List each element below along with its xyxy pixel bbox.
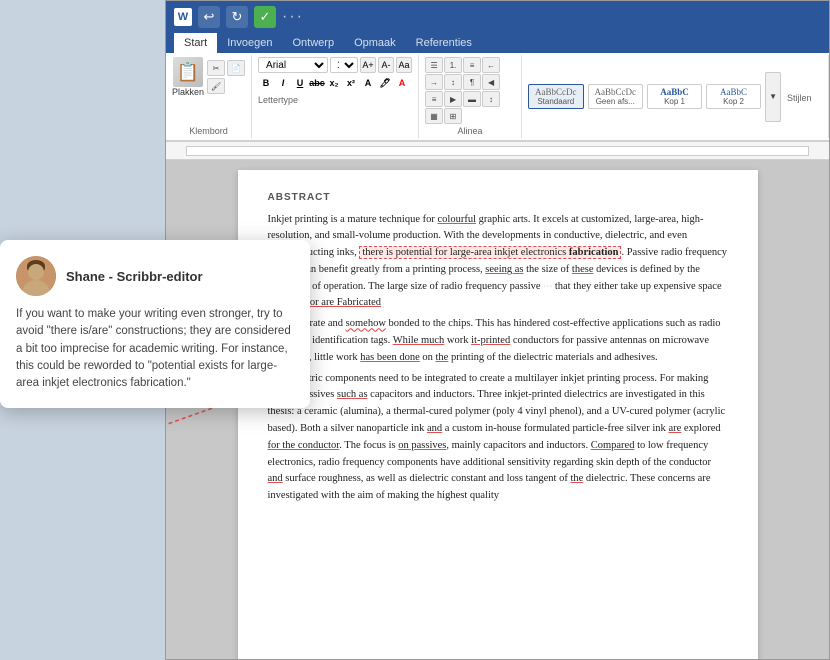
word-icon: W (174, 8, 192, 26)
these-underline: these (572, 264, 594, 275)
sort-button[interactable]: ↕ (444, 74, 462, 90)
font-group: Arial 10 A+ A- Aa B I U abc x₂ x² A (252, 55, 419, 138)
stijlen-label: Stijlen (787, 93, 812, 103)
for-the-underline: for the conductor (268, 440, 340, 451)
compared-underline: Compared (591, 440, 635, 451)
font-color-button[interactable]: A (394, 75, 410, 91)
doc-text: Inkjet printing is a mature technique fo… (268, 212, 728, 506)
seeing-as-underline: seeing as (485, 264, 523, 275)
page: ABSTRACT Inkjet printing is a mature tec… (238, 170, 758, 659)
style-normal[interactable]: AaBbCcDc Standaard (528, 84, 584, 109)
increase-font-button[interactable]: A+ (360, 57, 376, 73)
italic-button[interactable]: I (275, 75, 291, 91)
or-are-underline: or are Fabricated (310, 297, 381, 308)
comment-box: Shane - Scribbr-editor If you want to ma… (0, 240, 310, 408)
tab-referenties[interactable]: Referenties (406, 33, 482, 53)
borders-button[interactable]: ⊞ (444, 108, 462, 124)
strikethrough-button[interactable]: abc (309, 75, 325, 91)
and-underline: and (427, 423, 442, 434)
cut-button[interactable]: ✂ (207, 60, 225, 76)
abstract-title: ABSTRACT (268, 190, 728, 206)
font-options-button[interactable]: Aa (396, 57, 412, 73)
line-spacing-button[interactable]: ↕ (482, 91, 500, 107)
text-effects-button[interactable]: A (360, 75, 376, 91)
align-right-button[interactable]: ▶ (444, 91, 462, 107)
ruler (166, 142, 829, 160)
such-as-underline: such as (337, 389, 368, 400)
has-been-done-underline: has been done (360, 352, 419, 363)
klembord-label: Klembord (189, 126, 228, 136)
numbering-button[interactable]: 1. (444, 57, 462, 73)
font-family-select[interactable]: Arial (258, 57, 328, 73)
paragraph-1: Inkjet printing is a mature technique fo… (268, 212, 728, 313)
the-underline2: the (570, 473, 583, 484)
superscript-button[interactable]: x² (343, 75, 359, 91)
font-size-select[interactable]: 10 (330, 57, 358, 73)
show-marks-button[interactable]: ¶ (463, 74, 481, 90)
ribbon-body: 📋 Plakken ✂ 📄 🖌 Klembord (166, 53, 829, 141)
it-printed-underline: it-printed (471, 335, 510, 346)
plakken-button[interactable]: 📋 Plakken (172, 57, 204, 97)
shading-button[interactable]: ▦ (425, 108, 443, 124)
are-underline: are (668, 423, 681, 434)
paragraph-3: All dielectric components need to be int… (268, 371, 728, 505)
klembord-group: 📋 Plakken ✂ 📄 🖌 Klembord (166, 55, 252, 138)
tab-opmaak[interactable]: Opmaak (344, 33, 406, 53)
alinea-label: Alinea (458, 126, 483, 136)
check-button[interactable]: ✓ (254, 6, 276, 28)
decrease-font-button[interactable]: A- (378, 57, 394, 73)
bullets-button[interactable]: ☰ (425, 57, 443, 73)
somehow-underline: somehow (346, 318, 386, 329)
title-bar: W ↩ ↻ ✓ ··· (166, 1, 829, 33)
clipboard-icons: ✂ 📄 🖌 (207, 60, 245, 94)
underline-button[interactable]: U (292, 75, 308, 91)
styles-panel: AaBbCcDc Standaard AaBbCcDc Geen afs... … (522, 55, 829, 138)
align-center-button[interactable]: ≡ (425, 91, 443, 107)
style-h2[interactable]: AaBbC Kop 2 (706, 84, 761, 109)
paragraph-2: on a substrate and somehow bonded to the… (268, 316, 728, 366)
style-h1[interactable]: AaBbC Kop 1 (647, 84, 702, 109)
and-underline2: and (268, 473, 283, 484)
avatar (16, 256, 56, 296)
bold-button[interactable]: B (258, 75, 274, 91)
multilevel-button[interactable]: ≡ (463, 57, 481, 73)
doc-area: ABSTRACT Inkjet printing is a mature tec… (166, 160, 829, 659)
the-underline: the (435, 352, 448, 363)
justify-button[interactable]: ▬ (463, 91, 481, 107)
while-much-underline: While much (393, 335, 445, 346)
alinea-group: ☰ 1. ≡ ← → ↕ ¶ ◀ ≡ ▶ ▬ ↕ ▦ ⊞ Alinea (419, 55, 522, 138)
paste-icon: 📋 (173, 57, 203, 87)
align-left-button[interactable]: ◀ (482, 74, 500, 90)
redo-button[interactable]: ↻ (226, 6, 248, 28)
ruler-inner (186, 146, 809, 156)
tab-start[interactable]: Start (174, 33, 217, 53)
comment-body: If you want to make your writing even st… (16, 306, 294, 392)
comment-header: Shane - Scribbr-editor (16, 256, 294, 296)
indent-decrease-button[interactable]: ← (482, 57, 500, 73)
colourful-underline: colourful (438, 214, 477, 225)
more-options[interactable]: ··· (282, 8, 304, 26)
ribbon-tabs: Start Invoegen Ontwerp Opmaak Referentie… (166, 33, 829, 53)
highlight-button[interactable]: 🖊 (377, 75, 393, 91)
tab-ontwerp[interactable]: Ontwerp (283, 33, 345, 53)
styles-scroll-button[interactable]: ▼ (765, 72, 781, 122)
undo-button[interactable]: ↩ (198, 6, 220, 28)
lettertype-label: Lettertype (258, 95, 412, 105)
format-painter-button[interactable]: 🖌 (207, 78, 225, 94)
subscript-button[interactable]: x₂ (326, 75, 342, 91)
style-nogap[interactable]: AaBbCcDc Geen afs... (588, 84, 644, 109)
indent-increase-button[interactable]: → (425, 74, 443, 90)
tab-invoegen[interactable]: Invoegen (217, 33, 282, 53)
comment-author: Shane - Scribbr-editor (66, 269, 203, 284)
on-passives-underline: on passives (398, 440, 446, 451)
highlighted-phrase: there is potential for large-area inkjet… (359, 246, 621, 259)
copy-button[interactable]: 📄 (227, 60, 245, 76)
ribbon: Start Invoegen Ontwerp Opmaak Referentie… (166, 33, 829, 142)
